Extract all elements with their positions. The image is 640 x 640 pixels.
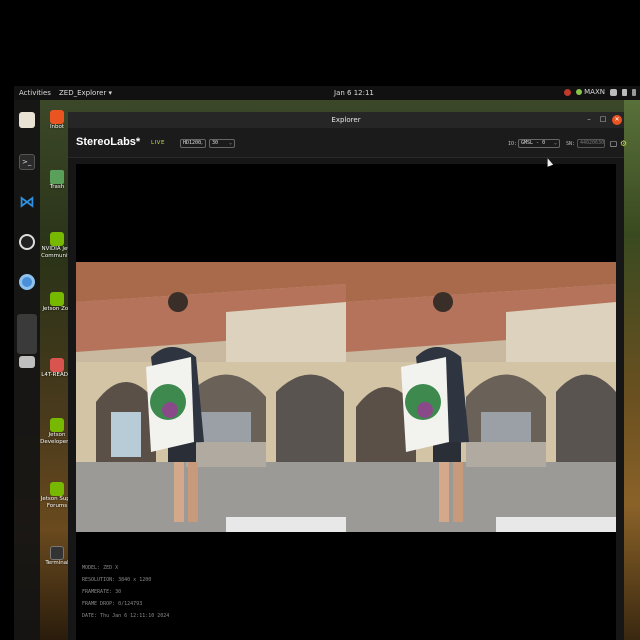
power-mode-label: MAXN bbox=[584, 88, 605, 96]
desktop-screen: Activities ZED_Explorer ▾ Jan 6 12:11 MA… bbox=[14, 86, 640, 640]
nvidia-icon bbox=[50, 232, 64, 246]
serial-number-value: 44020630 bbox=[580, 140, 605, 146]
chevron-down-icon: ⌄ bbox=[553, 140, 557, 146]
gear-icon[interactable]: ⚙ bbox=[619, 139, 628, 148]
minimize-button[interactable]: – bbox=[584, 115, 594, 123]
toolbar: StereoLabs* LIVE HD1200 ⌄ 30 ⌄ IO: GMSL … bbox=[68, 128, 627, 158]
live-indicator: LIVE bbox=[151, 140, 165, 146]
maximize-button[interactable]: □ bbox=[598, 115, 608, 123]
nvidia-icon bbox=[576, 89, 583, 95]
nvidia-icon bbox=[50, 482, 64, 496]
close-button[interactable]: ✕ bbox=[612, 115, 622, 125]
right-camera-image bbox=[346, 262, 616, 532]
date-info: DATE: Thu Jan 6 12:11:10 2024 bbox=[82, 613, 170, 619]
network-icon[interactable] bbox=[610, 88, 617, 96]
right-camera-view bbox=[346, 262, 616, 532]
home-folder-icon bbox=[50, 110, 64, 124]
stereo-viewer: MODEL: ZED X RESOLUTION: 3840 x 1200 FRA… bbox=[76, 164, 616, 640]
volume-icon[interactable] bbox=[622, 88, 627, 96]
files-icon[interactable] bbox=[19, 112, 35, 128]
chromium-icon[interactable] bbox=[19, 274, 35, 290]
app-icon[interactable] bbox=[17, 314, 37, 354]
nvidia-icon bbox=[50, 292, 64, 306]
wallpaper-strip bbox=[624, 100, 640, 640]
top-bar: Activities ZED_Explorer ▾ Jan 6 12:11 MA… bbox=[14, 86, 640, 100]
app-menu[interactable]: ZED_Explorer ▾ bbox=[59, 89, 112, 97]
resolution-value: HD1200 bbox=[183, 140, 202, 146]
left-camera-image bbox=[76, 262, 346, 532]
fps-select[interactable]: 30 ⌄ bbox=[209, 139, 235, 148]
sn-label: SN: bbox=[566, 141, 576, 147]
folder-icon bbox=[50, 358, 64, 372]
dock: >_ ⋈ bbox=[14, 100, 40, 640]
chevron-down-icon: ⌄ bbox=[228, 140, 232, 146]
trash-icon bbox=[50, 170, 64, 184]
vscode-icon[interactable]: ⋈ bbox=[19, 194, 35, 210]
resolution-select[interactable]: HD1200 ⌄ bbox=[180, 139, 206, 148]
record-icon[interactable] bbox=[564, 88, 572, 96]
terminal-icon[interactable]: >_ bbox=[19, 154, 35, 170]
power-icon[interactable] bbox=[632, 88, 636, 96]
obs-icon[interactable] bbox=[19, 234, 35, 250]
camera-info: MODEL: ZED X RESOLUTION: 3840 x 1200 FRA… bbox=[82, 562, 169, 622]
drive-icon[interactable] bbox=[19, 356, 35, 368]
window-title: Explorer bbox=[331, 116, 361, 124]
model-info: MODEL: ZED X bbox=[82, 565, 119, 571]
frame-drop-info: FRAME DROP: 0/124793 bbox=[82, 601, 143, 607]
fps-value: 30 bbox=[212, 140, 219, 146]
explorer-window: Explorer – □ ✕ StereoLabs* LIVE HD1200 ⌄… bbox=[68, 112, 627, 640]
stereolabs-logo: StereoLabs* bbox=[76, 136, 141, 148]
left-camera-view bbox=[76, 262, 346, 532]
window-titlebar[interactable]: Explorer – □ ✕ bbox=[68, 112, 624, 128]
chevron-down-icon: ⌄ bbox=[199, 140, 203, 146]
clock[interactable]: Jan 6 12:11 bbox=[334, 89, 374, 97]
serial-number-field: 44020630 bbox=[577, 139, 605, 148]
resolution-info: RESOLUTION: 3840 x 1200 bbox=[82, 577, 152, 583]
terminal-icon bbox=[50, 546, 64, 560]
io-value: GMSL - 0 bbox=[521, 140, 546, 146]
system-tray[interactable]: MAXN bbox=[564, 88, 636, 96]
io-select[interactable]: GMSL - 0 ⌄ bbox=[518, 139, 560, 148]
activities-button[interactable]: Activities bbox=[19, 89, 51, 97]
io-label: IO: bbox=[508, 141, 518, 147]
record-icon[interactable]: ▢ bbox=[609, 139, 618, 148]
nvidia-icon bbox=[50, 418, 64, 432]
framerate-info: FRAMERATE: 30 bbox=[82, 589, 122, 595]
power-mode[interactable]: MAXN bbox=[576, 88, 605, 96]
